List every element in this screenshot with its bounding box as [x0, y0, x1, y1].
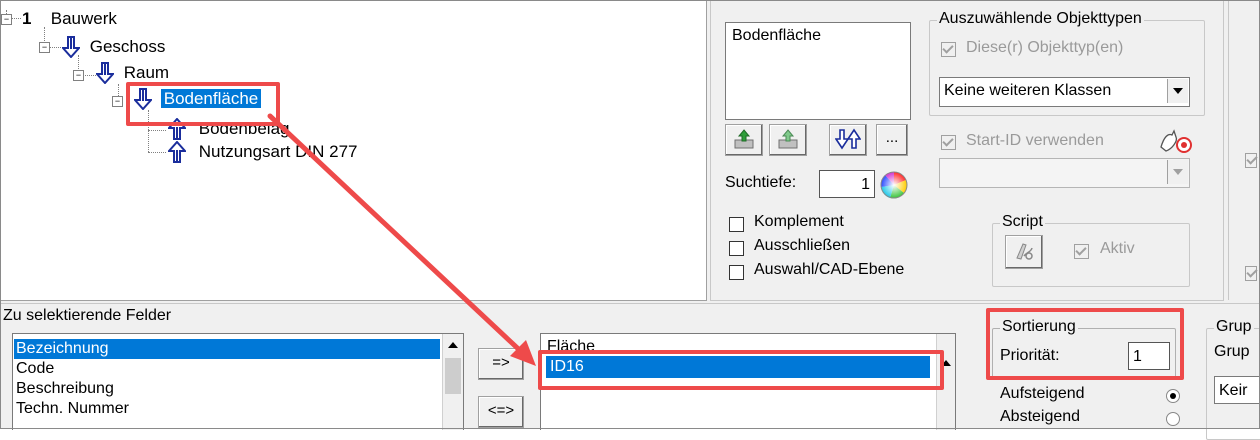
annotation-arrow — [267, 113, 536, 366]
dialog-window: − 1 Bauwerk − Geschoss − Raum − Bodenflä… — [0, 0, 1260, 440]
